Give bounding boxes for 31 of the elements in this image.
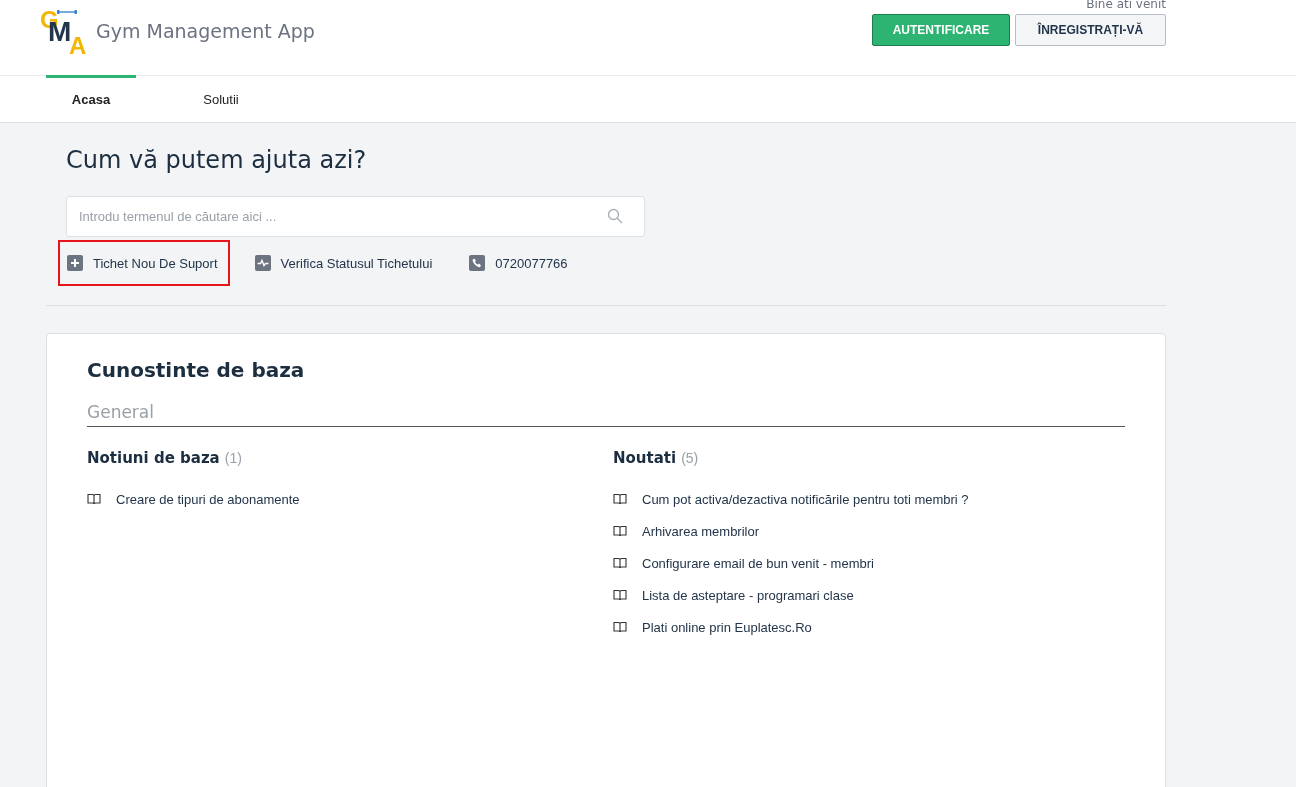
article-link[interactable]: Arhivarea membrilor [642,523,760,539]
article-link[interactable]: Configurare email de bun venit - membri [642,555,874,571]
book-icon [613,557,627,569]
article-link[interactable]: Creare de tipuri de abonamente [116,491,300,507]
category-heading: General [87,402,1125,427]
phone-link[interactable]: 0720077766 [460,240,580,286]
new-ticket-link[interactable]: Tichet Nou De Suport [58,240,230,286]
register-button[interactable]: ÎNREGISTRAȚI-VĂ [1015,14,1166,46]
article-count: (5) [681,450,699,466]
book-icon [87,493,101,505]
help-heading: Cum vă putem ajuta azi? [66,145,368,176]
category-title[interactable]: Notiuni de baza [87,449,220,467]
book-icon [613,621,627,633]
book-icon [613,589,627,601]
category-title[interactable]: Noutati [613,449,677,467]
plus-icon [67,255,83,271]
nav-tab[interactable]: Acasa [46,75,136,121]
app-name: Gym Management App [96,20,315,42]
ticket-status-link[interactable]: Verifica Statusul Tichetului [245,240,445,286]
section-title: Cunostinte de baza [87,358,306,382]
search-field[interactable]: Introdu termenul de căutare aici ... [66,196,645,237]
book-icon [613,493,627,505]
search-icon [607,208,623,224]
article-count: (1) [224,450,242,466]
article-link[interactable]: Lista de asteptare - programari clase [642,587,854,603]
nav-tab[interactable]: Solutii [176,75,266,121]
book-icon [613,525,627,537]
phone-icon [469,255,486,271]
article-link[interactable]: Cum pot activa/dezactiva notificările pentru toti membri ? [642,491,969,507]
article-link[interactable]: Plati online prin Euplatesc.Ro [642,619,812,635]
pulse-icon [254,255,271,271]
